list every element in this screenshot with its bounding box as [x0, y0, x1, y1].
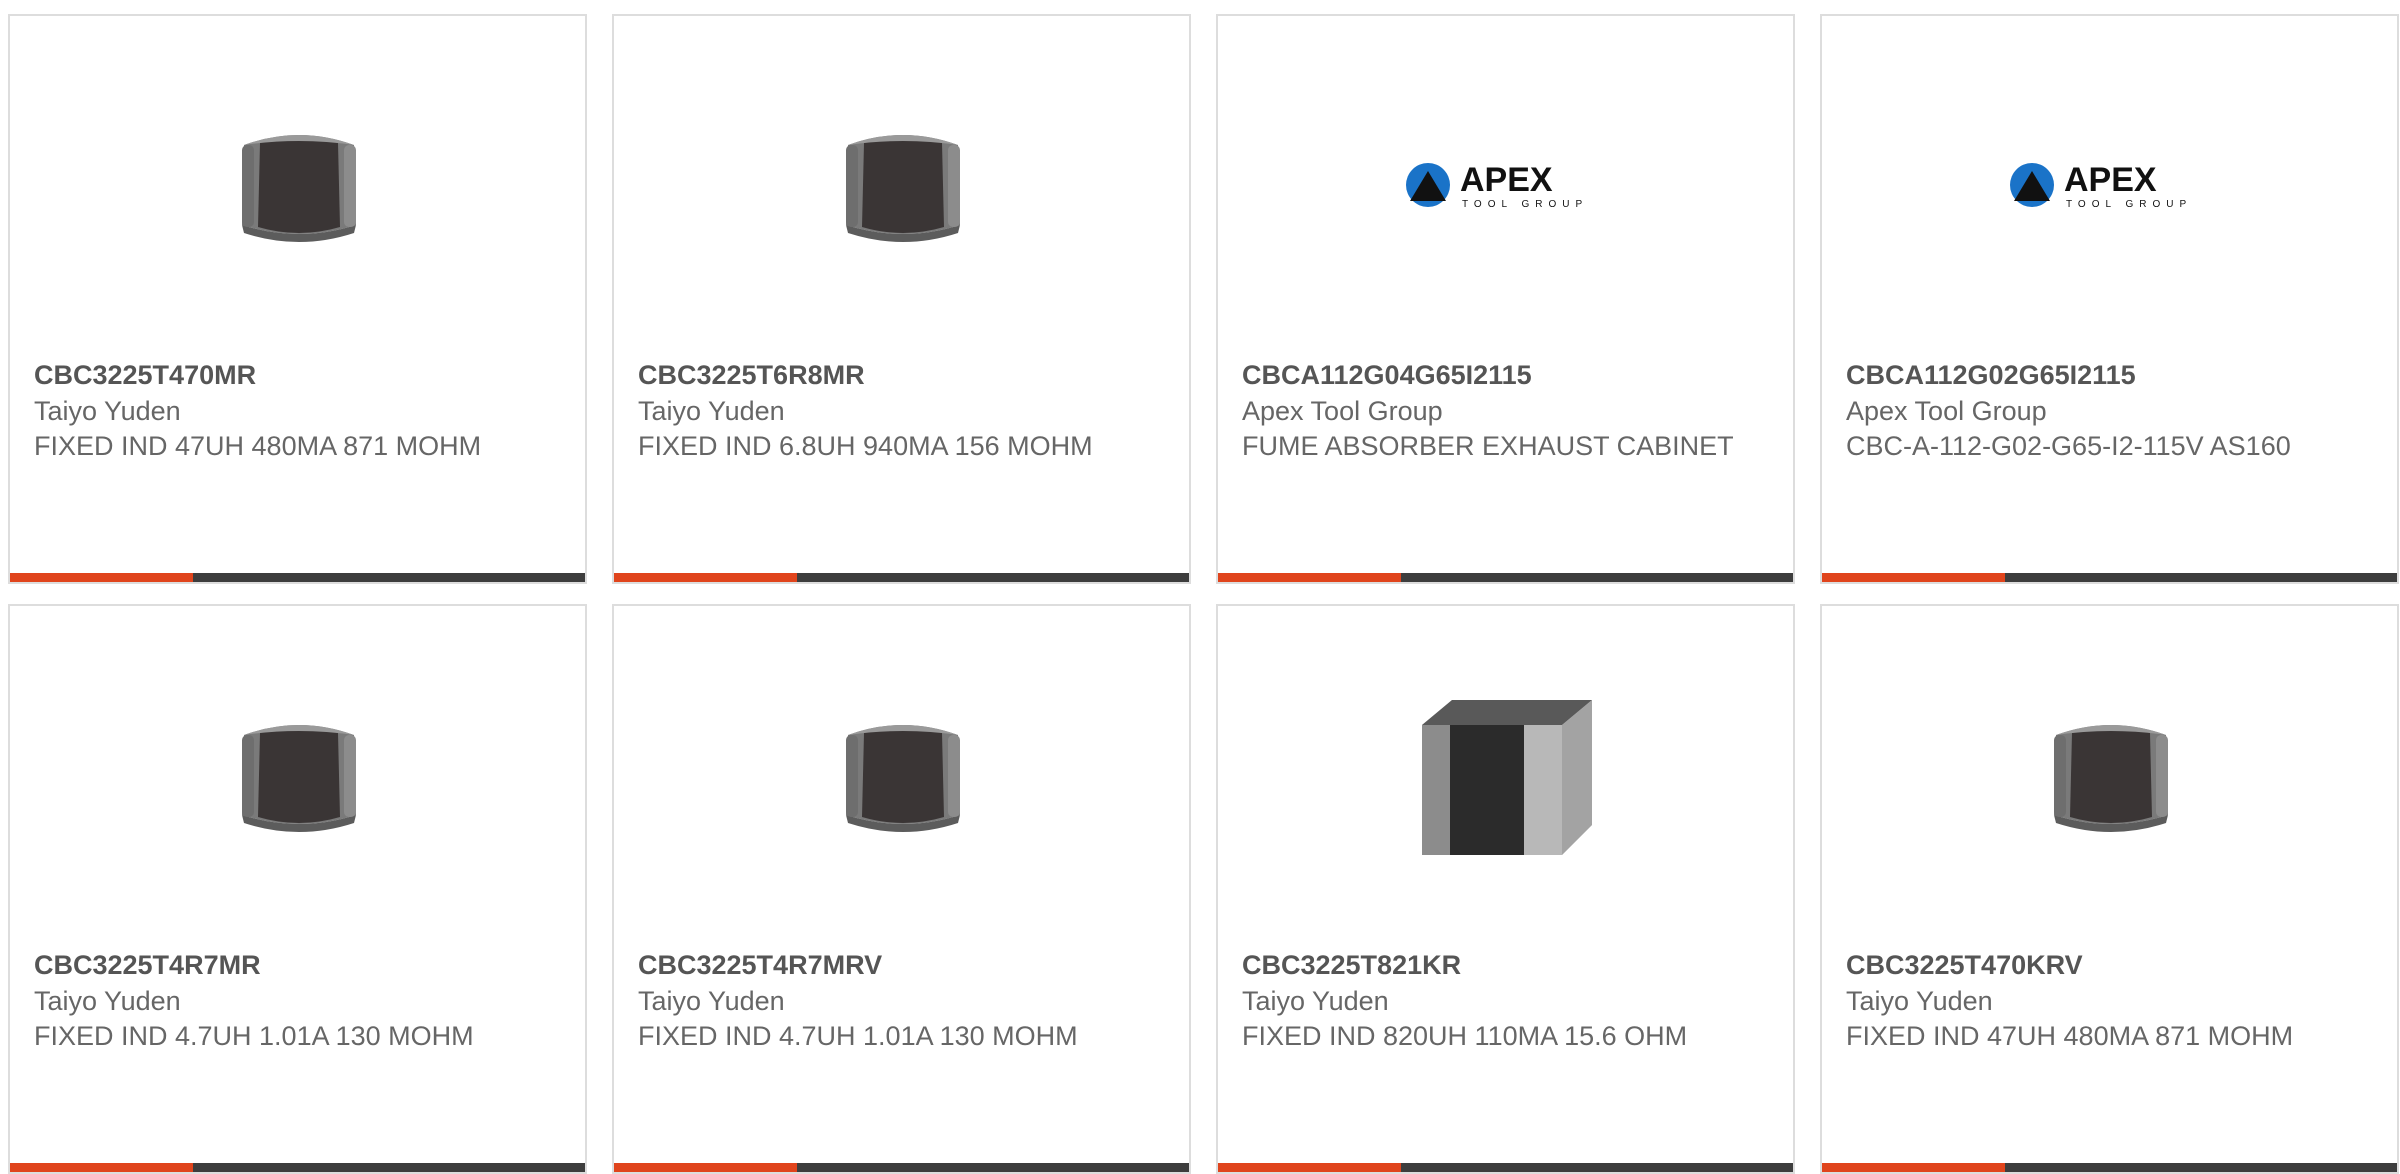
apex-logo-subtext: TOOL GROUP: [1462, 199, 1588, 210]
manufacturer-name: Taiyo Yuden: [638, 985, 785, 1016]
product-description: FIXED IND 4.7UH 1.01A 130 MOHM: [34, 1021, 474, 1051]
product-image: [2006, 670, 2216, 880]
product-description: FIXED IND 820UH 110MA 15.6 OHM: [1242, 1021, 1688, 1051]
manufacturer-name: Taiyo Yuden: [34, 985, 181, 1016]
part-number-link[interactable]: CBCA112G04G65I2115: [1242, 358, 1742, 394]
part-number-link[interactable]: CBC3225T821KR: [1242, 948, 1742, 984]
product-grid: CBC3225T470MR Taiyo Yuden FIXED IND 47UH…: [8, 14, 2400, 1174]
card-footer-accent: [614, 1163, 797, 1172]
card-footer-bar: [1822, 1163, 2397, 1172]
product-description: FIXED IND 47UH 480MA 871 MOHM: [34, 431, 482, 461]
product-image: [194, 80, 404, 290]
apex-logo-text: APEX: [2064, 161, 2157, 199]
card-footer-bar: [614, 573, 1189, 582]
inductor-chip-icon: [242, 725, 356, 832]
card-footer-accent: [1218, 573, 1401, 582]
card-footer-bar: [1218, 573, 1793, 582]
card-footer-bar: [10, 573, 585, 582]
part-number-link[interactable]: CBC3225T4R7MR: [34, 948, 534, 984]
product-card[interactable]: CBC3225T4R7MR Taiyo Yuden FIXED IND 4.7U…: [8, 604, 587, 1174]
product-image: [798, 80, 1008, 290]
card-footer-accent: [10, 573, 193, 582]
product-description: FIXED IND 47UH 480MA 871 MOHM: [1846, 1021, 2294, 1051]
manufacturer-name: Taiyo Yuden: [1242, 985, 1389, 1016]
manufacturer-name: Taiyo Yuden: [34, 395, 181, 426]
product-card[interactable]: CBC3225T470KRV Taiyo Yuden FIXED IND 47U…: [1820, 604, 2399, 1174]
part-number-link[interactable]: CBC3225T6R8MR: [638, 358, 1138, 394]
product-image: [194, 670, 404, 880]
manufacturer-name: Apex Tool Group: [1846, 395, 2047, 426]
product-image: [798, 670, 1008, 880]
card-footer-accent: [10, 1163, 193, 1172]
inductor-chip-icon: [846, 135, 960, 242]
product-card[interactable]: CBC3225T470MR Taiyo Yuden FIXED IND 47UH…: [8, 14, 587, 584]
card-footer-bar: [1822, 573, 2397, 582]
card-footer-accent: [1218, 1163, 1401, 1172]
card-footer-accent: [1822, 573, 2005, 582]
product-image: [1402, 670, 1612, 880]
card-footer-bar: [10, 1163, 585, 1172]
product-description: FUME ABSORBER EXHAUST CABINET: [1242, 431, 1734, 461]
product-description: CBC-A-112-G02-G65-I2-115V AS160: [1846, 431, 2291, 461]
card-footer-bar: [614, 1163, 1189, 1172]
inductor-chip-icon: [846, 725, 960, 832]
card-footer-accent: [614, 573, 797, 582]
part-number-link[interactable]: CBC3225T4R7MRV: [638, 948, 1138, 984]
inductor-chip-icon: [2054, 725, 2168, 832]
manufacturer-name: Apex Tool Group: [1242, 395, 1443, 426]
product-card[interactable]: CBC3225T6R8MR Taiyo Yuden FIXED IND 6.8U…: [612, 14, 1191, 584]
part-number-link[interactable]: CBC3225T470MR: [34, 358, 534, 394]
manufacturer-name: Taiyo Yuden: [638, 395, 785, 426]
product-card[interactable]: CBC3225T4R7MRV Taiyo Yuden FIXED IND 4.7…: [612, 604, 1191, 1174]
product-image: APEX TOOL GROUP: [2006, 80, 2216, 290]
part-number-link[interactable]: CBCA112G02G65I2115: [1846, 358, 2346, 394]
part-number-link[interactable]: CBC3225T470KRV: [1846, 948, 2346, 984]
card-footer-bar: [1218, 1163, 1793, 1172]
apex-logo: APEX TOOL GROUP: [1406, 161, 1588, 210]
apex-logo: APEX TOOL GROUP: [2010, 161, 2192, 210]
product-card[interactable]: CBC3225T821KR Taiyo Yuden FIXED IND 820U…: [1216, 604, 1795, 1174]
manufacturer-name: Taiyo Yuden: [1846, 985, 1993, 1016]
product-image: APEX TOOL GROUP: [1402, 80, 1612, 290]
inductor-block-icon: [1422, 700, 1592, 855]
inductor-chip-icon: [242, 135, 356, 242]
product-description: FIXED IND 4.7UH 1.01A 130 MOHM: [638, 1021, 1078, 1051]
card-footer-accent: [1822, 1163, 2005, 1172]
product-card[interactable]: APEX TOOL GROUP CBCA112G04G65I2115 Apex …: [1216, 14, 1795, 584]
product-description: FIXED IND 6.8UH 940MA 156 MOHM: [638, 431, 1093, 461]
product-card[interactable]: APEX TOOL GROUP CBCA112G02G65I2115 Apex …: [1820, 14, 2399, 584]
apex-logo-text: APEX: [1460, 161, 1553, 199]
apex-logo-subtext: TOOL GROUP: [2066, 199, 2192, 210]
